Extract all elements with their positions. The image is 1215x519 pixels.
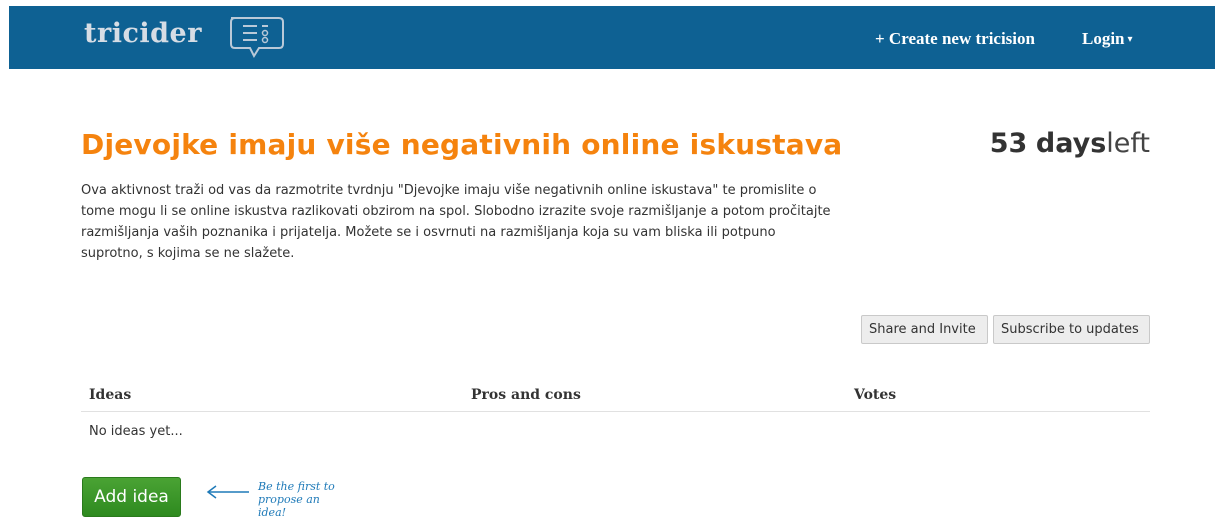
hint-line-2: propose an idea! [258,493,320,519]
share-invite-button[interactable]: Share and Invite [861,315,988,344]
subscribe-button[interactable]: Subscribe to updates [993,315,1150,344]
hint-line-1: Be the first to [258,480,335,493]
add-idea-hint: Be the first to propose an idea! [258,480,348,519]
column-header-pros-cons: Pros and cons [471,387,581,403]
days-word: days [1035,128,1107,159]
login-label: Login [1082,29,1125,48]
logo-speech-bubble-icon [227,14,287,66]
description-text: Ova aktivnost traži od vas da razmotrite… [81,183,831,261]
ideas-table-header: Ideas Pros and cons Votes [81,387,1150,412]
column-header-votes: Votes [854,387,897,403]
days-left-counter: 53 daysleft [990,128,1150,159]
days-number: 53 [989,128,1028,159]
logo[interactable]: tricider [84,18,202,49]
top-navigation-bar: tricider + Create new tricision Login ▾ [9,6,1215,69]
empty-state-text: No ideas yet... [89,424,183,439]
caret-down-icon: ▾ [1127,34,1133,45]
page-title: Djevojke imaju više negativnih online is… [81,128,843,161]
arrow-left-icon [205,484,251,504]
days-suffix: left [1106,128,1150,159]
add-idea-button[interactable]: Add idea [82,477,181,517]
create-tricision-link[interactable]: + Create new tricision [875,29,1035,49]
column-header-ideas: Ideas [89,387,132,403]
login-menu[interactable]: Login ▾ [1082,29,1133,49]
